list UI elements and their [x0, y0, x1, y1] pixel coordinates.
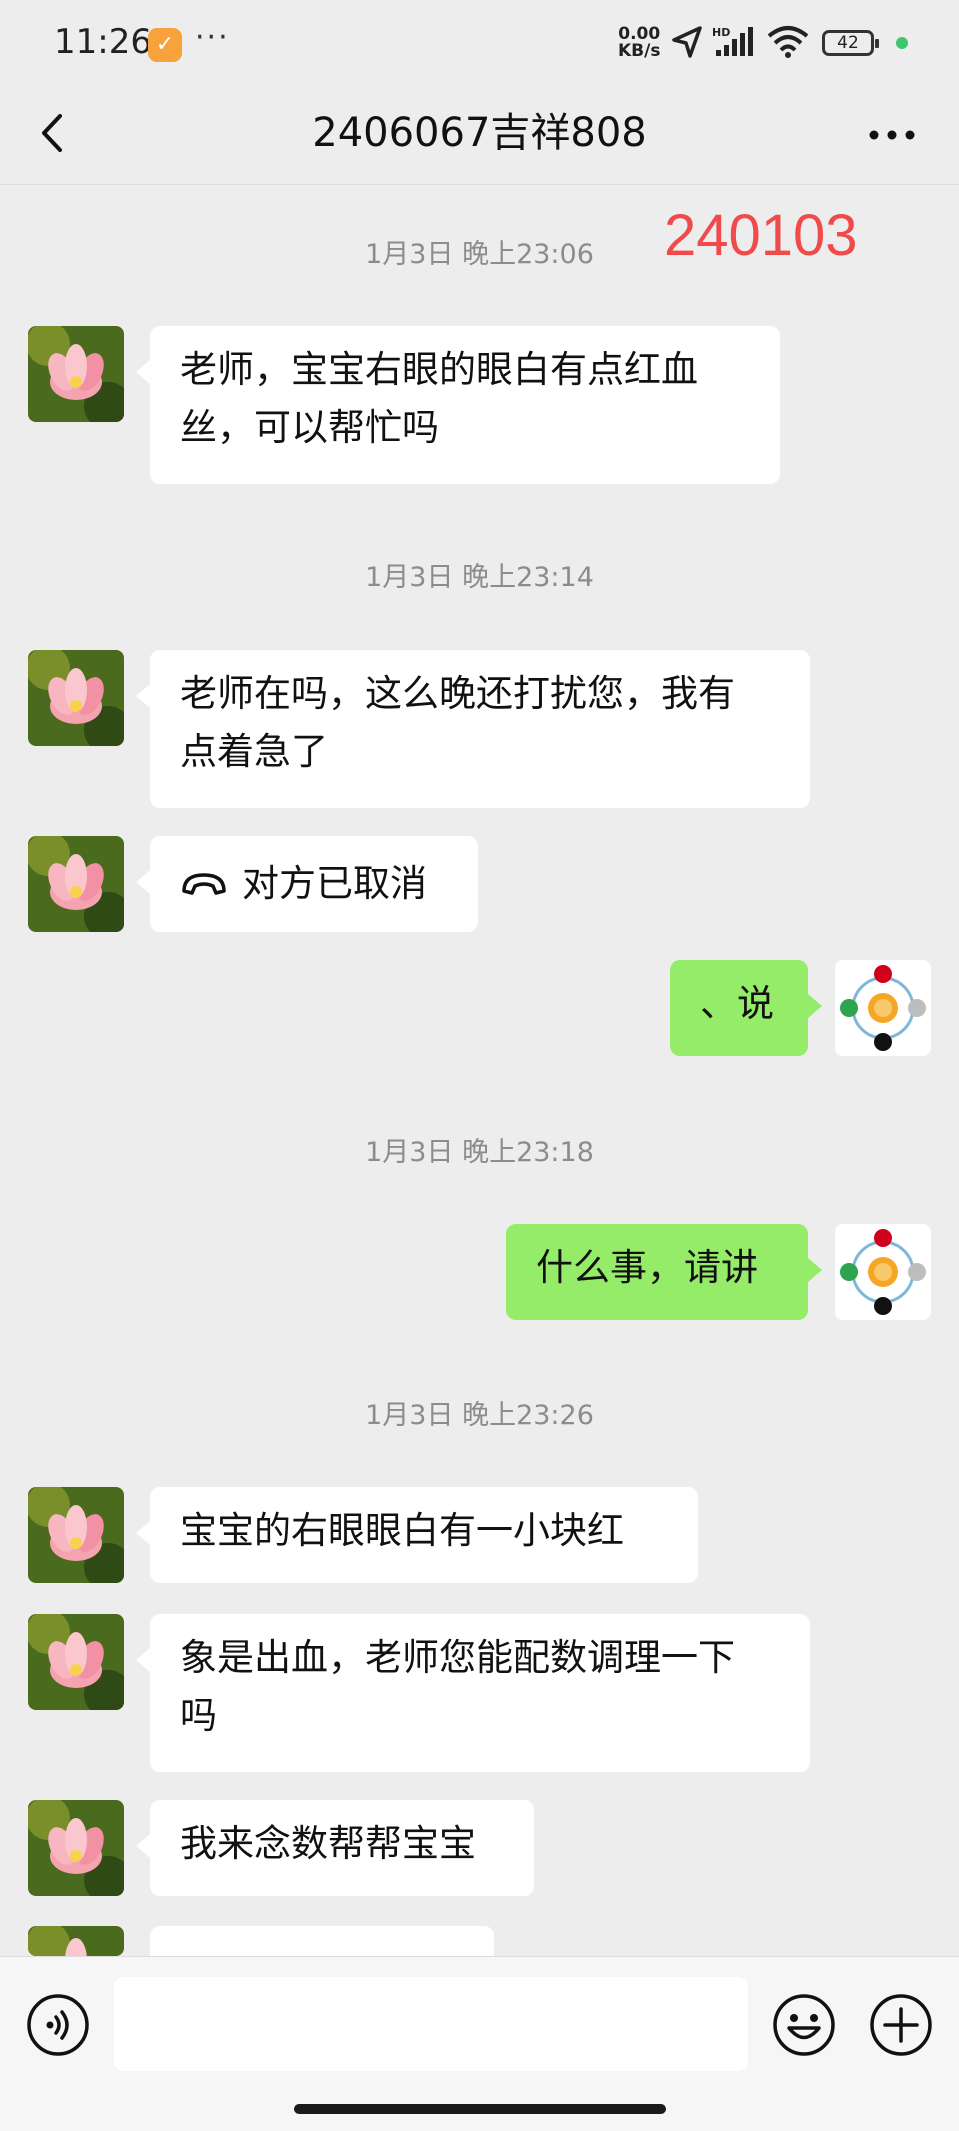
- cell-signal-icon: HD: [712, 26, 753, 56]
- message-bubble-incoming[interactable]: 象是出血，老师您能配数调理一下 吗: [136, 1614, 810, 1772]
- message-text: 老师，宝宝右眼的眼白有点红血: [180, 348, 698, 391]
- lotus-avatar-icon: [28, 1614, 124, 1710]
- wifi-icon: [767, 26, 809, 58]
- message-bubble-incoming[interactable]: 宝宝的右眼眼白有一小块红: [136, 1487, 698, 1583]
- message-text: 宝宝的右眼眼白有一小块红: [180, 1509, 624, 1552]
- lotus-avatar-icon: [28, 1926, 124, 1956]
- message-bubble-incoming[interactable]: 老师在吗，这么晚还打扰您，我有 点着急了: [136, 650, 810, 808]
- timestamp: 1月3日 晚上23:18: [365, 1137, 594, 1168]
- lotus-avatar-icon: [28, 1487, 124, 1583]
- chat-title: 2406067吉祥808: [312, 110, 647, 156]
- contact-avatar[interactable]: [28, 1614, 124, 1710]
- more-options-button[interactable]: [862, 110, 922, 160]
- call-record-bubble[interactable]: 对方已取消: [136, 836, 478, 932]
- lotus-avatar-icon: [28, 1800, 124, 1896]
- message-text: 老师在吗，这么晚还打扰您，我有: [180, 672, 735, 715]
- app-notification-icon: ✓: [148, 28, 182, 62]
- home-indicator[interactable]: [294, 2104, 666, 2114]
- message-bubble-incoming[interactable]: 老师，宝宝右眼的眼白有点红血 丝，可以帮忙吗: [136, 326, 780, 484]
- contact-avatar[interactable]: [28, 1800, 124, 1896]
- status-more-dots: ···: [195, 20, 230, 55]
- timestamp: 1月3日 晚上23:14: [365, 562, 594, 593]
- annotation-label: 240103: [664, 203, 858, 268]
- message-input[interactable]: [114, 1977, 748, 2071]
- location-icon: [672, 26, 702, 58]
- contact-avatar[interactable]: [28, 326, 124, 422]
- more-dots-icon: [869, 130, 915, 140]
- contact-avatar[interactable]: [28, 1487, 124, 1583]
- signal-hd-label: HD: [712, 26, 730, 39]
- net-speed: 0.00 KB/s: [618, 26, 660, 60]
- contact-avatar[interactable]: [28, 836, 124, 932]
- battery-indicator: 42: [822, 30, 879, 56]
- emoji-icon: [773, 1994, 835, 2056]
- message-text: 什么事，请讲: [536, 1246, 758, 1289]
- message-bubble-incoming[interactable]: 我来念数帮帮宝宝: [136, 1800, 534, 1896]
- lotus-avatar-icon: [28, 650, 124, 746]
- timestamp: 1月3日 晚上23:26: [365, 1400, 594, 1431]
- message-text: 吗: [180, 1694, 217, 1737]
- message-text: 象是出血，老师您能配数调理一下: [180, 1636, 735, 1679]
- privacy-indicator-dot: [896, 37, 908, 49]
- voice-input-icon: [27, 1994, 89, 2056]
- voice-input-button[interactable]: [26, 1993, 90, 2057]
- lotus-avatar-icon: [28, 836, 124, 932]
- contact-avatar[interactable]: [28, 650, 124, 746]
- five-elements-avatar-icon: [835, 1224, 931, 1320]
- message-bubble-outgoing[interactable]: 、说: [670, 960, 822, 1056]
- self-avatar[interactable]: [835, 1224, 931, 1320]
- add-attachment-button[interactable]: [869, 1993, 933, 2057]
- message-text: 我来念数帮帮宝宝: [180, 1822, 476, 1865]
- chat-header: 2406067吉祥808: [0, 86, 959, 185]
- lotus-avatar-icon: [28, 326, 124, 422]
- status-time: 11:26: [54, 22, 152, 62]
- contact-avatar[interactable]: [28, 1926, 124, 1956]
- five-elements-avatar-icon: [835, 960, 931, 1056]
- status-bar: 11:26 ✓ ··· 0.00 KB/s HD 42: [0, 0, 959, 86]
- message-text: 、说: [700, 982, 774, 1025]
- message-text: 丝，可以帮忙吗: [180, 406, 439, 449]
- message-bubble-incoming[interactable]: [136, 1926, 494, 1984]
- emoji-button[interactable]: [772, 1993, 836, 2057]
- phone-hangup-icon: [182, 873, 226, 895]
- plus-icon: [870, 1994, 932, 2056]
- battery-level: 42: [837, 33, 859, 53]
- net-speed-unit: KB/s: [618, 41, 661, 61]
- message-bubble-outgoing[interactable]: 什么事，请讲: [506, 1224, 822, 1320]
- message-text: 点着急了: [180, 730, 328, 773]
- call-status-text: 对方已取消: [242, 862, 427, 905]
- self-avatar[interactable]: [835, 960, 931, 1056]
